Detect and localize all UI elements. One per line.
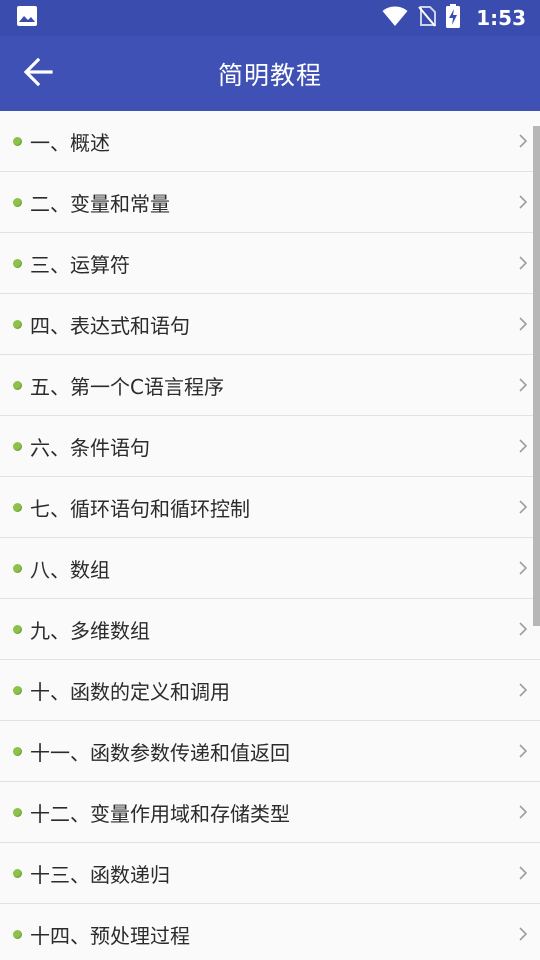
list-item[interactable]: 七、循环语句和循环控制 [0, 477, 540, 538]
bullet-icon [13, 868, 22, 878]
bullet-icon [13, 197, 22, 207]
chevron-right-icon [518, 926, 528, 942]
chevron-right-icon [518, 499, 528, 515]
list-item-label: 四、表达式和语句 [30, 313, 190, 338]
status-bar: 1:53 [0, 0, 540, 36]
wifi-icon [382, 5, 408, 31]
list-item[interactable]: 八、数组 [0, 538, 540, 599]
bullet-icon [13, 929, 22, 939]
list-item[interactable]: 十二、变量作用域和存储类型 [0, 782, 540, 843]
list-item[interactable]: 九、多维数组 [0, 599, 540, 660]
list-item-label: 九、多维数组 [30, 618, 150, 643]
status-time: 1:53 [476, 6, 526, 30]
bullet-icon [13, 685, 22, 695]
app-bar: 简明教程 [0, 36, 540, 111]
chevron-right-icon [518, 743, 528, 759]
list-item-label: 二、变量和常量 [30, 191, 170, 216]
list-item[interactable]: 十三、函数递归 [0, 843, 540, 904]
page-title: 简明教程 [217, 60, 322, 90]
list-item[interactable]: 四、表达式和语句 [0, 294, 540, 355]
list-item-label: 七、循环语句和循环控制 [30, 496, 250, 521]
list-item-label: 三、运算符 [30, 252, 130, 277]
bullet-icon [13, 441, 22, 451]
tutorial-list: 一、概述二、变量和常量 三、运算符四、表达式和语句五、第一个C语言程序 六、条件语句… [0, 111, 540, 960]
list-item[interactable]: 二、变量和常量 [0, 172, 540, 233]
chevron-right-icon [518, 682, 528, 698]
list-item-label: 一、概述 [30, 130, 110, 155]
list-item-label: 十三、函数递归 [30, 862, 170, 887]
list-item-label: 十一、函数参数传递和值返回 [30, 740, 290, 765]
list-item-label: 五、第一个C语言程序 [30, 374, 224, 399]
list-item[interactable]: 六、条件语句 [0, 416, 540, 477]
bullet-icon [13, 258, 22, 268]
no-sim-icon [418, 5, 437, 31]
back-button[interactable] [20, 56, 56, 92]
list-item[interactable]: 五、第一个C语言程序 [0, 355, 540, 416]
battery-charging-icon [446, 4, 461, 32]
list-item-label: 十、函数的定义和调用 [30, 679, 230, 704]
chevron-right-icon [518, 194, 528, 210]
chevron-right-icon [518, 560, 528, 576]
chevron-right-icon [518, 865, 528, 881]
bullet-icon [13, 746, 22, 756]
image-icon [16, 5, 38, 31]
bullet-icon [13, 319, 22, 329]
list-item[interactable]: 十四、预处理过程 [0, 904, 540, 960]
list-item[interactable]: 十、函数的定义和调用 [0, 660, 540, 721]
list-item[interactable]: 十一、函数参数传递和值返回 [0, 721, 540, 782]
arrow-left-icon [22, 56, 54, 92]
bullet-icon [13, 502, 22, 512]
chevron-right-icon [518, 316, 528, 332]
chevron-right-icon [518, 255, 528, 271]
list-item-label: 八、数组 [30, 557, 110, 582]
bullet-icon [13, 563, 22, 573]
list-item[interactable]: 一、概述 [0, 111, 540, 172]
bullet-icon [13, 624, 22, 634]
chevron-right-icon [518, 133, 528, 149]
chevron-right-icon [518, 438, 528, 454]
chevron-right-icon [518, 804, 528, 820]
list-item-label: 十四、预处理过程 [30, 923, 190, 948]
chevron-right-icon [518, 621, 528, 637]
list-item-label: 六、条件语句 [30, 435, 150, 460]
list-item[interactable]: 三、运算符 [0, 233, 540, 294]
list-item-label: 十二、变量作用域和存储类型 [30, 801, 290, 826]
bullet-icon [13, 380, 22, 390]
scrollbar[interactable] [533, 126, 540, 626]
bullet-icon [13, 136, 22, 146]
bullet-icon [13, 807, 22, 817]
chevron-right-icon [518, 377, 528, 393]
